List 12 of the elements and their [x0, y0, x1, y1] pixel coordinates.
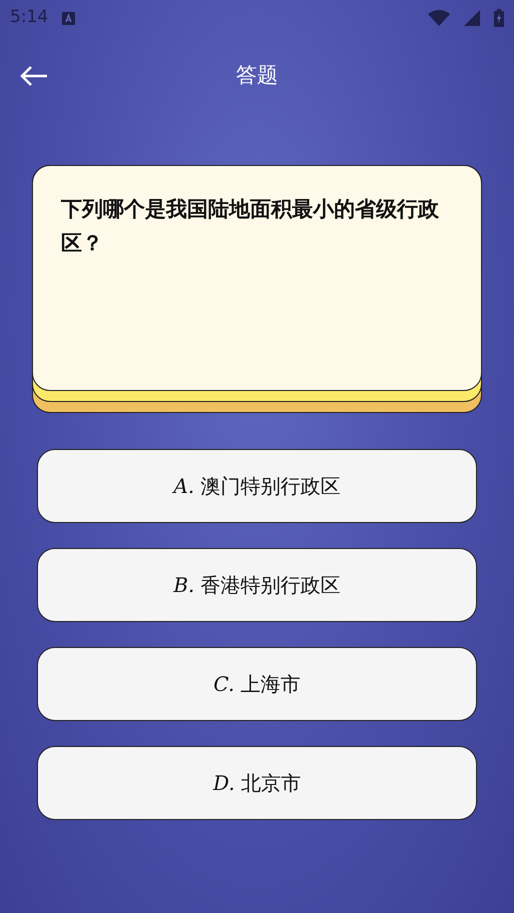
screen-title: 答题 [236, 62, 278, 90]
answer-option[interactable]: A. 澳门特别行政区 [37, 449, 477, 523]
question-text: 下列哪个是我国陆地面积最小的省级行政区？ [61, 196, 440, 257]
answer-option[interactable]: C. 上海市 [37, 647, 477, 721]
status-time: 5:14 [10, 6, 48, 30]
keyboard-notification-icon [62, 12, 76, 24]
wifi-icon [428, 10, 450, 26]
answer-option[interactable]: B. 香港特别行政区 [37, 548, 477, 622]
back-arrow-icon [19, 65, 49, 87]
signal-icon [464, 10, 480, 26]
answer-option[interactable]: D. 北京市 [37, 746, 477, 820]
battery-icon [494, 9, 504, 27]
